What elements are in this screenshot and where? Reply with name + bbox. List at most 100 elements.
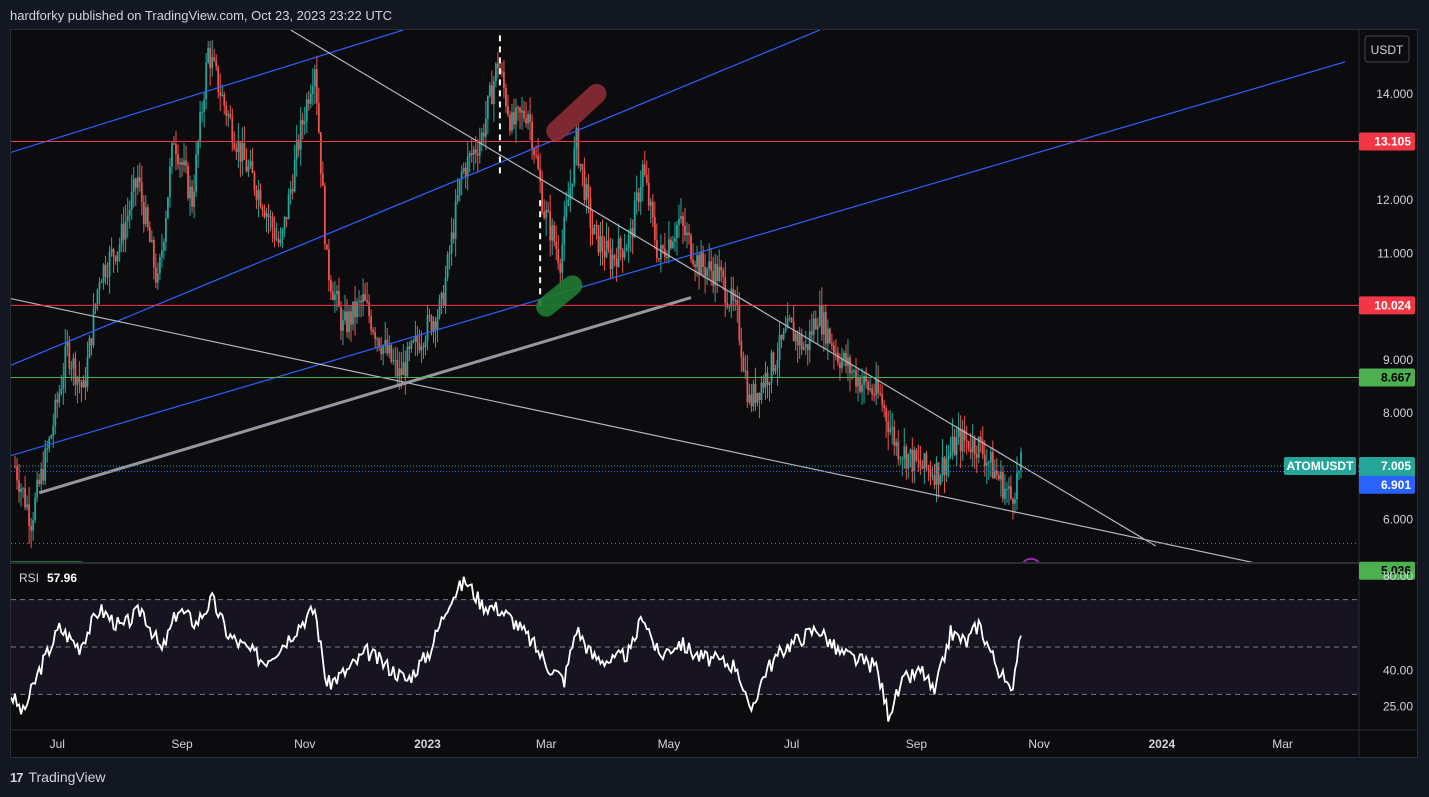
price-tick-label: 6.000 <box>1383 512 1413 526</box>
alert-icon-bolt <box>1027 563 1035 575</box>
candle <box>38 473 41 487</box>
price-tick-label: 8.000 <box>1383 406 1413 420</box>
candle-body <box>398 368 401 377</box>
candle <box>597 225 600 256</box>
candle <box>116 251 119 273</box>
candle-body <box>555 242 558 249</box>
candle-body <box>991 451 994 479</box>
candle <box>557 234 560 270</box>
candle <box>446 251 449 282</box>
candle <box>269 209 272 232</box>
candle <box>879 383 882 397</box>
rsi-tick-label: 80.00 <box>1383 569 1413 583</box>
candle <box>187 161 189 201</box>
candle <box>362 278 364 317</box>
candle <box>74 351 77 396</box>
candle <box>118 237 121 262</box>
candle-body <box>187 165 189 199</box>
candle <box>744 354 747 380</box>
candle-body <box>543 212 546 218</box>
candle <box>271 211 274 243</box>
candle <box>293 145 296 193</box>
candle-body <box>545 209 548 218</box>
candle-body <box>26 504 28 508</box>
candle <box>593 224 596 235</box>
candle-body <box>412 340 415 342</box>
candle-body <box>925 453 928 468</box>
candle <box>730 276 733 319</box>
candle-body <box>617 238 620 267</box>
candle <box>758 392 761 419</box>
candle-body <box>265 213 268 217</box>
candle-body <box>189 186 191 199</box>
candle-body <box>424 340 427 348</box>
candle <box>690 233 692 263</box>
candle-body <box>110 249 113 252</box>
candle-body <box>589 197 592 229</box>
candle <box>86 341 89 392</box>
candle-body <box>752 383 755 407</box>
candle <box>826 319 829 360</box>
candle <box>523 100 525 123</box>
candle-body <box>426 315 429 341</box>
candle <box>458 179 461 202</box>
candle-body <box>605 240 608 257</box>
candle <box>808 319 811 363</box>
candle <box>869 377 871 393</box>
candle <box>947 444 950 478</box>
tradingview-logo-icon: 17 <box>10 769 24 785</box>
candle-body <box>177 154 179 165</box>
candle-body <box>235 148 238 152</box>
candle-body <box>965 440 968 442</box>
candle <box>146 204 149 231</box>
candle <box>501 62 503 77</box>
candle-body <box>790 318 793 323</box>
candle <box>877 365 880 399</box>
candle-body <box>325 244 328 250</box>
candle <box>712 256 715 294</box>
candle-body <box>104 264 107 277</box>
candle-body <box>362 293 364 303</box>
trendline-2 <box>38 296 692 495</box>
candle <box>456 177 459 205</box>
trendline-0 <box>290 30 1157 547</box>
candle <box>490 70 493 105</box>
candle <box>496 52 499 79</box>
candle <box>231 108 234 152</box>
price-chart-svg[interactable]: USDT6.0007.0008.0009.00010.00011.00012.0… <box>11 30 1417 757</box>
candle <box>639 170 642 216</box>
candle <box>613 253 616 267</box>
candle-body <box>269 216 272 218</box>
candle <box>223 91 226 115</box>
candle-body <box>553 225 556 243</box>
candle-body <box>140 182 143 202</box>
currency-button[interactable]: USDT <box>1364 35 1410 63</box>
candle <box>1001 465 1004 503</box>
chart-panel[interactable]: USDT6.0007.0008.0009.00010.00011.00012.0… <box>10 29 1418 758</box>
candle <box>392 348 395 366</box>
candle-body <box>1012 498 1014 504</box>
candle <box>18 464 20 503</box>
candle-body <box>595 224 598 226</box>
candle <box>124 204 127 253</box>
candle-body <box>122 223 125 240</box>
candle <box>94 303 97 315</box>
candle-body <box>78 377 81 383</box>
symbol-tag-text: ATOMUSDT <box>1287 459 1355 473</box>
candle <box>424 335 427 356</box>
candle-body <box>52 426 55 436</box>
candle-body <box>279 239 282 243</box>
candle-body <box>784 328 787 332</box>
channel-line-2 <box>11 61 1346 457</box>
candle-body <box>478 142 481 156</box>
candle <box>112 247 115 273</box>
candle <box>517 105 519 121</box>
candle-body <box>251 161 254 174</box>
candle <box>414 320 417 356</box>
candle <box>595 220 598 240</box>
candle-body <box>219 92 222 96</box>
candle <box>814 310 817 330</box>
candle-body <box>798 335 801 346</box>
time-tick-label: May <box>658 737 681 751</box>
time-tick-label: Mar <box>1272 737 1293 751</box>
